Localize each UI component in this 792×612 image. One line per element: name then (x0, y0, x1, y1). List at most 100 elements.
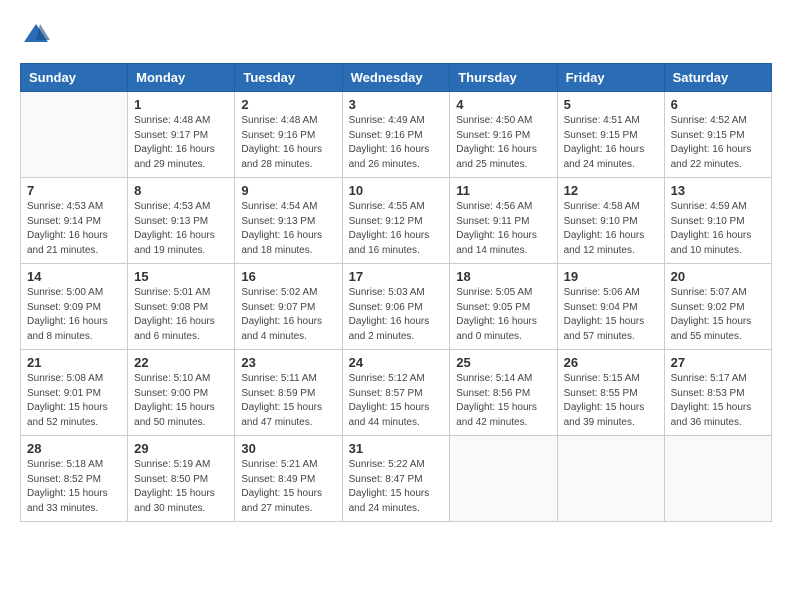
day-number: 13 (671, 183, 765, 198)
day-number: 23 (241, 355, 335, 370)
day-info: Sunrise: 4:51 AM Sunset: 9:15 PM Dayligh… (564, 114, 658, 172)
day-number: 15 (134, 269, 228, 284)
day-number: 17 (349, 269, 444, 284)
day-number: 10 (349, 183, 444, 198)
day-info: Sunrise: 5:00 AM Sunset: 9:09 PM Dayligh… (27, 286, 121, 344)
day-number: 14 (27, 269, 121, 284)
day-number: 3 (349, 97, 444, 112)
day-info: Sunrise: 5:02 AM Sunset: 9:07 PM Dayligh… (241, 286, 335, 344)
day-info: Sunrise: 5:05 AM Sunset: 9:05 PM Dayligh… (456, 286, 550, 344)
day-number: 29 (134, 441, 228, 456)
calendar-day-header: Tuesday (235, 64, 342, 92)
calendar-cell: 7 Sunrise: 4:53 AM Sunset: 9:14 PM Daylig… (21, 178, 128, 264)
calendar-cell: 30 Sunrise: 5:21 AM Sunset: 8:49 PM Dayli… (235, 436, 342, 522)
day-number: 7 (27, 183, 121, 198)
day-number: 28 (27, 441, 121, 456)
calendar-cell: 8 Sunrise: 4:53 AM Sunset: 9:13 PM Daylig… (128, 178, 235, 264)
day-info: Sunrise: 4:48 AM Sunset: 9:17 PM Dayligh… (134, 114, 228, 172)
calendar-cell: 3Sunrise: 4:49 AM Sunset: 9:16 PM Daylig… (342, 92, 450, 178)
day-number: 4 (456, 97, 550, 112)
day-number: 22 (134, 355, 228, 370)
day-info: Sunrise: 5:01 AM Sunset: 9:08 PM Dayligh… (134, 286, 228, 344)
calendar-header-row: SundayMondayTuesdayWednesdayThursdayFrid… (21, 64, 772, 92)
day-info: Sunrise: 4:59 AM Sunset: 9:10 PM Dayligh… (671, 200, 765, 258)
day-number: 1 (134, 97, 228, 112)
day-info: Sunrise: 4:56 AM Sunset: 9:11 PM Dayligh… (456, 200, 550, 258)
calendar-cell: 31 Sunrise: 5:22 AM Sunset: 8:47 PM Dayli… (342, 436, 450, 522)
day-info: Sunrise: 4:52 AM Sunset: 9:15 PM Dayligh… (671, 114, 765, 172)
calendar-cell: 18 Sunrise: 5:05 AM Sunset: 9:05 PM Dayli… (450, 264, 557, 350)
calendar-cell: 12Sunrise: 4:58 AM Sunset: 9:10 PM Dayli… (557, 178, 664, 264)
day-info: Sunrise: 5:08 AM Sunset: 9:01 PM Dayligh… (27, 372, 121, 430)
day-number: 11 (456, 183, 550, 198)
day-info: Sunrise: 5:17 AM Sunset: 8:53 PM Dayligh… (671, 372, 765, 430)
day-info: Sunrise: 5:21 AM Sunset: 8:49 PM Dayligh… (241, 458, 335, 516)
day-info: Sunrise: 5:06 AM Sunset: 9:04 PM Dayligh… (564, 286, 658, 344)
day-info: Sunrise: 4:50 AM Sunset: 9:16 PM Dayligh… (456, 114, 550, 172)
calendar-day-header: Friday (557, 64, 664, 92)
calendar-day-header: Monday (128, 64, 235, 92)
calendar-cell: 11 Sunrise: 4:56 AM Sunset: 9:11 PM Dayli… (450, 178, 557, 264)
calendar-cell: 28 Sunrise: 5:18 AM Sunset: 8:52 PM Dayli… (21, 436, 128, 522)
calendar-cell: 4 Sunrise: 4:50 AM Sunset: 9:16 PM Daylig… (450, 92, 557, 178)
calendar-cell: 26Sunrise: 5:15 AM Sunset: 8:55 PM Dayli… (557, 350, 664, 436)
page-header (20, 20, 772, 53)
day-info: Sunrise: 5:19 AM Sunset: 8:50 PM Dayligh… (134, 458, 228, 516)
day-info: Sunrise: 5:07 AM Sunset: 9:02 PM Dayligh… (671, 286, 765, 344)
day-number: 20 (671, 269, 765, 284)
calendar-cell: 9 Sunrise: 4:54 AM Sunset: 9:13 PM Daylig… (235, 178, 342, 264)
calendar-cell (664, 436, 771, 522)
calendar-week-row: 7 Sunrise: 4:53 AM Sunset: 9:14 PM Daylig… (21, 178, 772, 264)
day-number: 27 (671, 355, 765, 370)
day-info: Sunrise: 5:18 AM Sunset: 8:52 PM Dayligh… (27, 458, 121, 516)
day-number: 30 (241, 441, 335, 456)
day-number: 26 (564, 355, 658, 370)
day-number: 8 (134, 183, 228, 198)
calendar-day-header: Wednesday (342, 64, 450, 92)
calendar-cell: 21Sunrise: 5:08 AM Sunset: 9:01 PM Dayli… (21, 350, 128, 436)
day-number: 2 (241, 97, 335, 112)
calendar-cell: 23Sunrise: 5:11 AM Sunset: 8:59 PM Dayli… (235, 350, 342, 436)
calendar-cell: 14 Sunrise: 5:00 AM Sunset: 9:09 PM Dayli… (21, 264, 128, 350)
calendar-cell: 24Sunrise: 5:12 AM Sunset: 8:57 PM Dayli… (342, 350, 450, 436)
calendar-day-header: Saturday (664, 64, 771, 92)
calendar-cell: 15 Sunrise: 5:01 AM Sunset: 9:08 PM Dayli… (128, 264, 235, 350)
calendar-cell: 10 Sunrise: 4:55 AM Sunset: 9:12 PM Dayli… (342, 178, 450, 264)
calendar-cell (557, 436, 664, 522)
calendar-cell: 5Sunrise: 4:51 AM Sunset: 9:15 PM Daylig… (557, 92, 664, 178)
calendar-cell: 17Sunrise: 5:03 AM Sunset: 9:06 PM Dayli… (342, 264, 450, 350)
day-number: 18 (456, 269, 550, 284)
day-info: Sunrise: 4:53 AM Sunset: 9:14 PM Dayligh… (27, 200, 121, 258)
calendar-cell (450, 436, 557, 522)
calendar-cell: 20 Sunrise: 5:07 AM Sunset: 9:02 PM Dayli… (664, 264, 771, 350)
calendar-cell: 2 Sunrise: 4:48 AM Sunset: 9:16 PM Daylig… (235, 92, 342, 178)
day-info: Sunrise: 5:22 AM Sunset: 8:47 PM Dayligh… (349, 458, 444, 516)
day-number: 6 (671, 97, 765, 112)
day-info: Sunrise: 4:55 AM Sunset: 9:12 PM Dayligh… (349, 200, 444, 258)
day-info: Sunrise: 4:54 AM Sunset: 9:13 PM Dayligh… (241, 200, 335, 258)
day-number: 31 (349, 441, 444, 456)
calendar-week-row: 21Sunrise: 5:08 AM Sunset: 9:01 PM Dayli… (21, 350, 772, 436)
calendar-day-header: Thursday (450, 64, 557, 92)
calendar-cell: 13 Sunrise: 4:59 AM Sunset: 9:10 PM Dayli… (664, 178, 771, 264)
calendar-week-row: 1 Sunrise: 4:48 AM Sunset: 9:17 PM Daylig… (21, 92, 772, 178)
day-number: 19 (564, 269, 658, 284)
day-number: 25 (456, 355, 550, 370)
calendar-week-row: 14 Sunrise: 5:00 AM Sunset: 9:09 PM Dayli… (21, 264, 772, 350)
calendar-cell: 19 Sunrise: 5:06 AM Sunset: 9:04 PM Dayli… (557, 264, 664, 350)
day-info: Sunrise: 4:48 AM Sunset: 9:16 PM Dayligh… (241, 114, 335, 172)
calendar-cell: 27 Sunrise: 5:17 AM Sunset: 8:53 PM Dayli… (664, 350, 771, 436)
calendar-table: SundayMondayTuesdayWednesdayThursdayFrid… (20, 63, 772, 522)
calendar-day-header: Sunday (21, 64, 128, 92)
calendar-cell (21, 92, 128, 178)
day-number: 16 (241, 269, 335, 284)
day-number: 9 (241, 183, 335, 198)
calendar-week-row: 28 Sunrise: 5:18 AM Sunset: 8:52 PM Dayli… (21, 436, 772, 522)
day-info: Sunrise: 4:53 AM Sunset: 9:13 PM Dayligh… (134, 200, 228, 258)
day-number: 24 (349, 355, 444, 370)
calendar-cell: 16 Sunrise: 5:02 AM Sunset: 9:07 PM Dayli… (235, 264, 342, 350)
day-info: Sunrise: 4:58 AM Sunset: 9:10 PM Dayligh… (564, 200, 658, 258)
day-info: Sunrise: 5:14 AM Sunset: 8:56 PM Dayligh… (456, 372, 550, 430)
calendar-cell: 1 Sunrise: 4:48 AM Sunset: 9:17 PM Daylig… (128, 92, 235, 178)
logo-icon (22, 20, 50, 48)
